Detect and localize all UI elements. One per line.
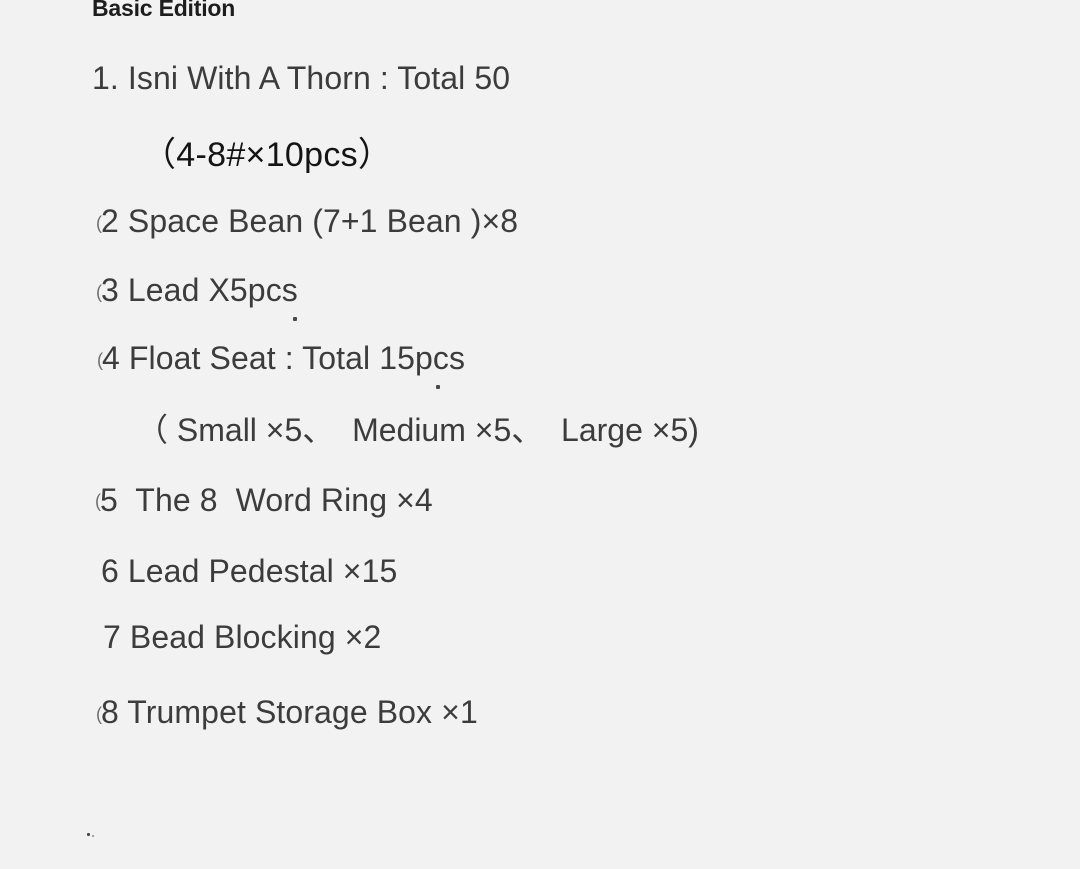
scan-speck [87, 833, 90, 836]
list-item: 2 Space Bean (7+1 Bean )×8 [101, 203, 519, 239]
list-item: 3 Lead X5pcs [101, 272, 298, 308]
scan-speck [293, 317, 297, 321]
scan-speck [436, 385, 440, 389]
list-item: 1. Isni With A Thorn : Total 50 [92, 60, 511, 96]
list-item-detail: （4-8#×10pcs） [142, 136, 393, 174]
scan-speck [92, 835, 94, 837]
list-item: 4 Float Seat : Total 15pcs [102, 340, 466, 376]
list-item: 5 The 8 Word Ring ×4 [100, 482, 433, 518]
document-page: Basic Edition 1. Isni With A Thorn : Tot… [0, 0, 1080, 869]
list-item: 8 Trumpet Storage Box ×1 [101, 694, 478, 730]
list-item: 6 Lead Pedestal ×15 [101, 553, 398, 589]
list-item: 7 Bead Blocking ×2 [103, 619, 382, 655]
page-title: Basic Edition [92, 0, 236, 21]
list-item-detail: （ Small ×5、 Medium ×5、 Large ×5) [136, 412, 699, 448]
